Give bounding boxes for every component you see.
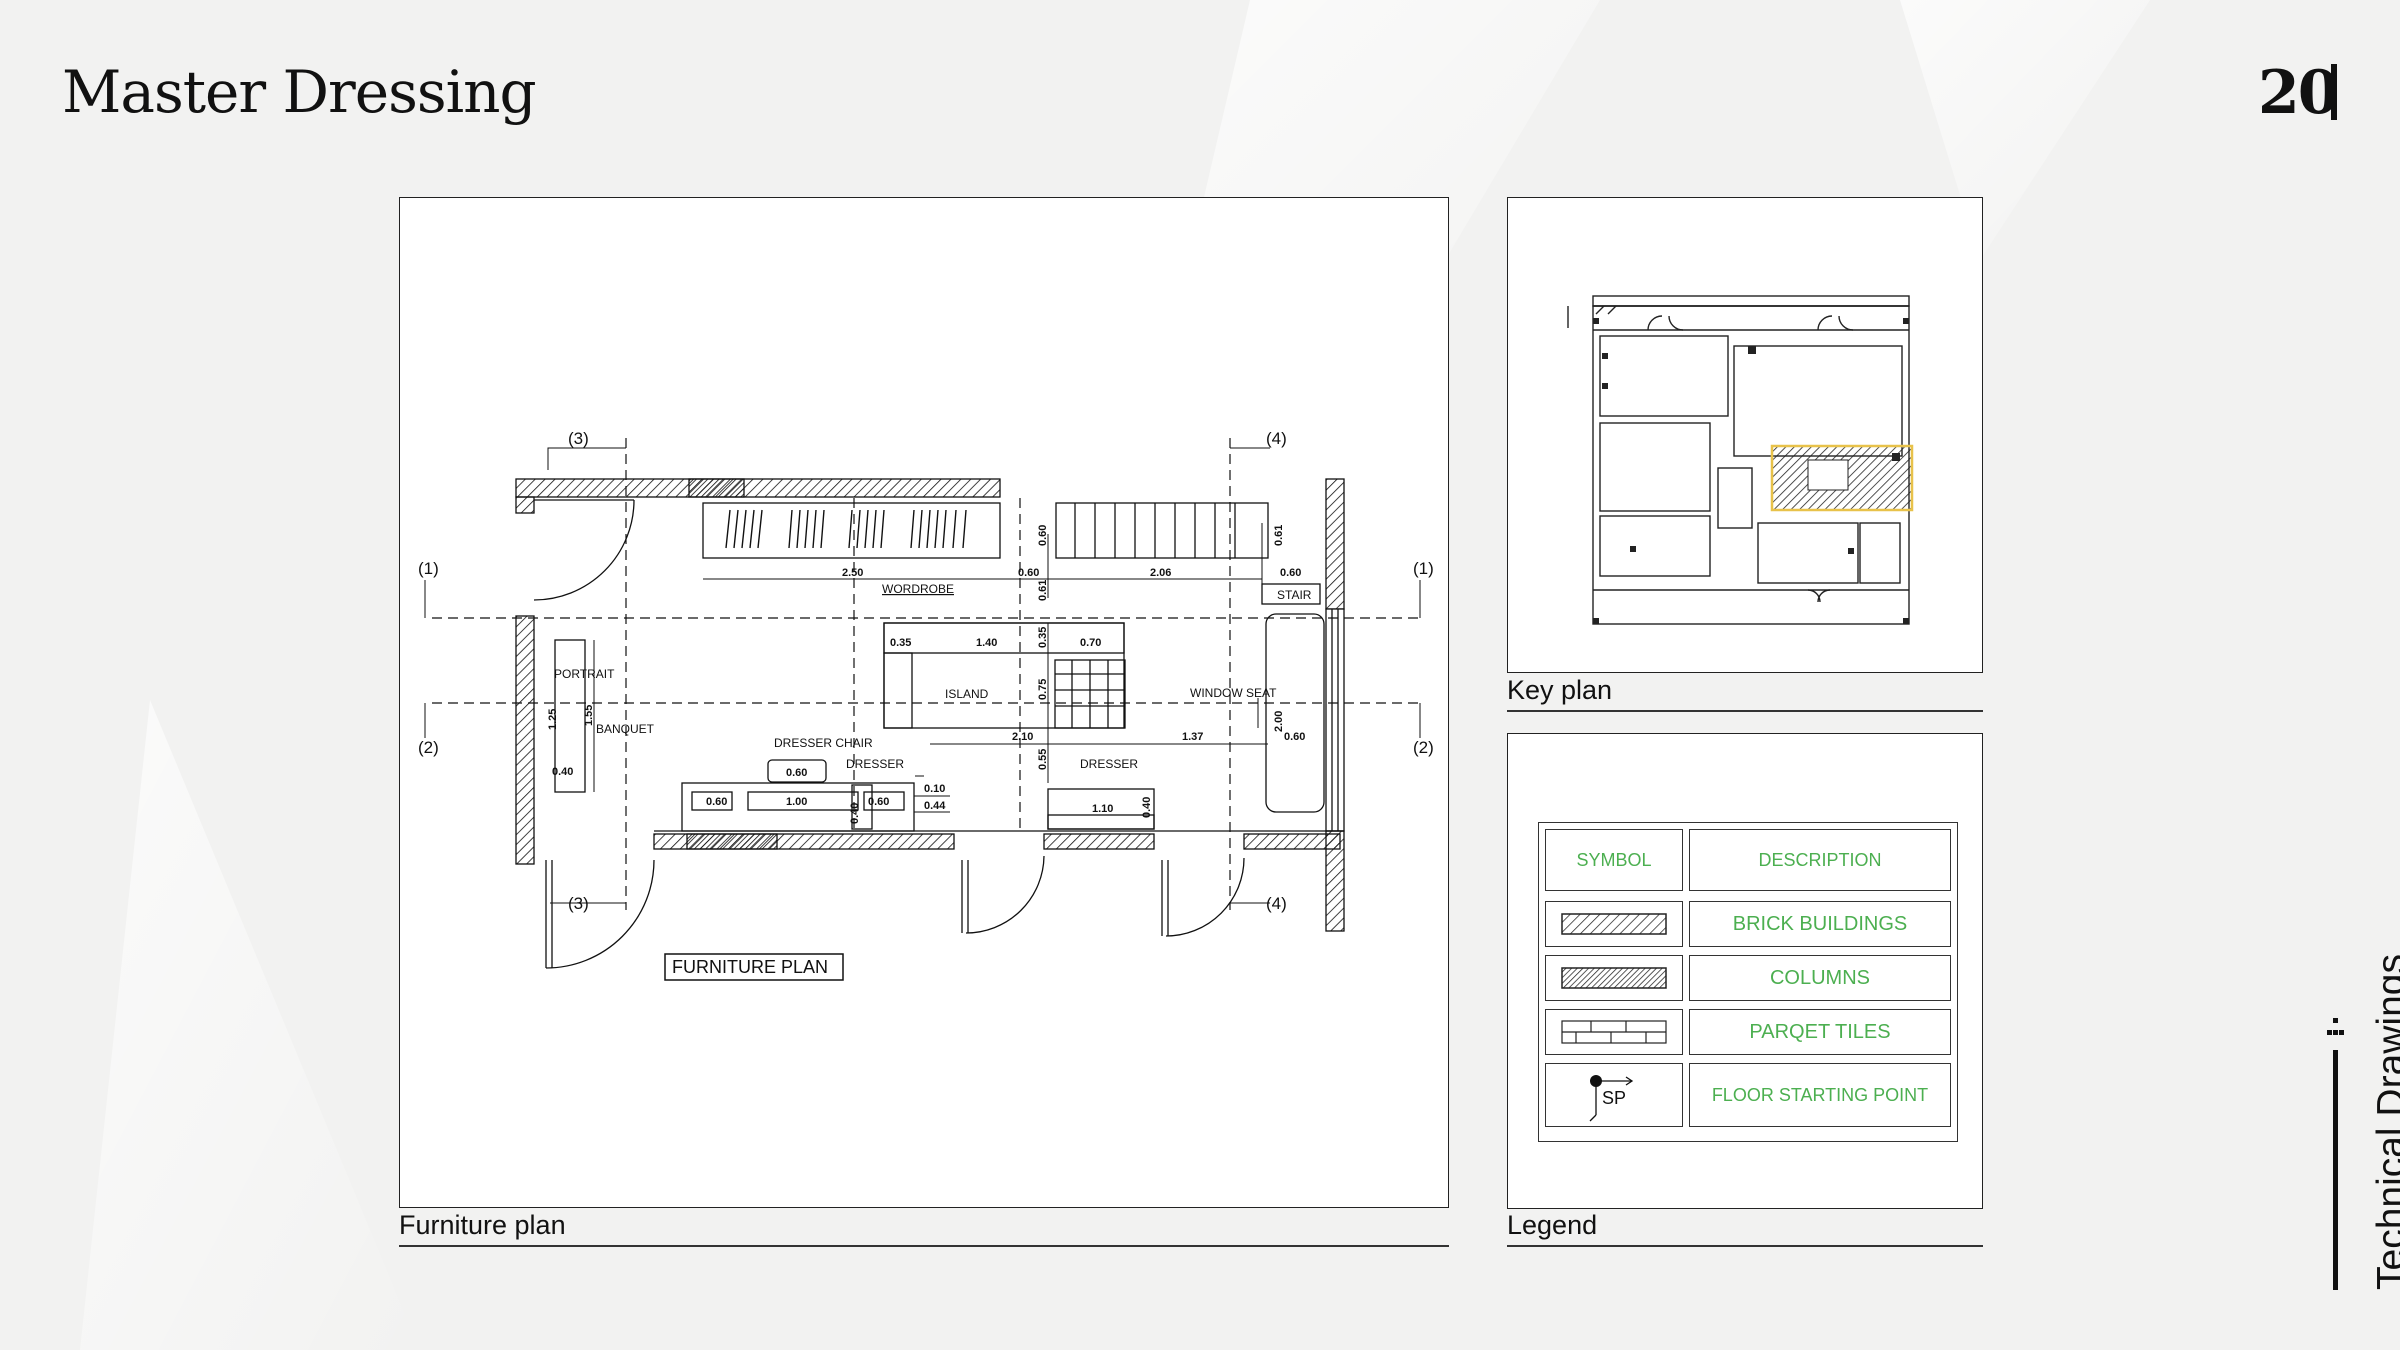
dim-210: 2.10 [1012, 731, 1033, 743]
dim-125: 1.25 [547, 709, 559, 730]
dim-075: 0.75 [1037, 679, 1049, 700]
furniture-caption-line [399, 1245, 1449, 1247]
parquet-tiles-icon [1561, 1020, 1667, 1044]
page-number-bar [2331, 64, 2337, 120]
dim-061-v: 0.61 [1273, 525, 1285, 546]
dim-100: 1.00 [786, 796, 807, 808]
section-dots [2327, 1018, 2344, 1035]
section-mark-4-top: (4) [1266, 429, 1287, 448]
label-dresser-left: DRESSER [846, 757, 904, 771]
legend-desc-columns: COLUMNS [1689, 955, 1951, 1001]
key-plan-caption: Key plan [1507, 675, 1613, 705]
legend-header-symbol: SYMBOL [1545, 829, 1683, 891]
furniture-plan-caption: Furniture plan [399, 1210, 566, 1240]
legend-header-description: DESCRIPTION [1689, 829, 1951, 891]
legend-desc-brick: BRICK BUILDINGS [1689, 901, 1951, 947]
section-mark-3-top: (3) [568, 429, 589, 448]
dim-070: 0.70 [1080, 637, 1101, 649]
plan-title: FURNITURE PLAN [672, 957, 828, 977]
section-mark-2-left: (2) [418, 738, 439, 757]
legend-desc-parquet: PARQET TILES [1689, 1009, 1951, 1055]
legend-symbol-brick [1545, 901, 1683, 947]
legend-caption: Legend [1507, 1210, 1598, 1240]
legend-symbol-start-point: SP [1545, 1063, 1683, 1127]
dim-250: 2.50 [842, 567, 863, 579]
key-plan-panel [1507, 197, 1983, 673]
legend-desc-start-point: FLOOR STARTING POINT [1689, 1063, 1951, 1127]
label-portrait: PORTRAIT [554, 667, 615, 681]
dim-060-b: 0.60 [1280, 567, 1301, 579]
label-stair: STAIR [1277, 588, 1312, 602]
label-dresser-chair: DRESSER CHAIR [774, 736, 873, 750]
dim-061-b: 0.61 [1037, 580, 1049, 601]
brick-hatch-icon [1561, 913, 1667, 935]
legend-symbol-parquet [1545, 1009, 1683, 1055]
dim-155: 1.55 [583, 705, 595, 726]
section-mark-3-bottom: (3) [568, 894, 589, 913]
legend-panel: SYMBOL DESCRIPTION BRICK BUILDINGS COLUM… [1507, 733, 1983, 1209]
dim-035-v: 0.35 [1037, 627, 1049, 648]
dim-137: 1.37 [1182, 731, 1203, 743]
label-banquet: BANQUET [596, 722, 655, 736]
section-mark-1-right: (1) [1413, 559, 1434, 578]
section-mark-2-right: (2) [1413, 738, 1434, 757]
dim-110: 1.10 [1092, 803, 1113, 815]
section-mark-4-bottom: (4) [1266, 894, 1287, 913]
section-side-line [2333, 1050, 2338, 1290]
label-dresser-right: DRESSER [1080, 757, 1138, 771]
dim-060-v: 0.60 [1037, 525, 1049, 546]
dim-010: 0.10 [924, 783, 945, 795]
dim-060-c: 0.60 [706, 796, 727, 808]
dim-206: 2.06 [1150, 567, 1171, 579]
dim-060-a: 0.60 [1018, 567, 1039, 579]
dim-060-d: 0.60 [868, 796, 889, 808]
dim-060-f: 0.60 [1284, 731, 1305, 743]
dim-035: 0.35 [890, 637, 911, 649]
page-title: Master Dressing [62, 58, 537, 126]
dim-040-v: 0.40 [849, 803, 861, 824]
legend-table: SYMBOL DESCRIPTION BRICK BUILDINGS COLUM… [1538, 822, 1958, 1142]
page-number: 20 [2258, 58, 2339, 128]
legend-caption-line [1507, 1245, 1983, 1247]
dim-044: 0.44 [924, 800, 946, 812]
dim-040-c: 0.40 [552, 766, 573, 778]
label-window-seat: WINDOW SEAT [1190, 686, 1277, 700]
dim-140: 1.40 [976, 637, 997, 649]
legend-symbol-columns [1545, 955, 1683, 1001]
furniture-plan-panel: (3) (4) (1) (1) (2) (2) (3) (4) WORDROBE… [399, 197, 1449, 1208]
start-point-label: SP [1602, 1088, 1626, 1108]
dim-055: 0.55 [1037, 749, 1049, 770]
dim-060-e: 0.60 [786, 767, 807, 779]
dim-200: 2.00 [1273, 711, 1285, 732]
key-caption-line [1507, 710, 1983, 712]
key-plan-drawing [1567, 295, 1914, 625]
label-wardrobe: WORDROBE [882, 582, 954, 596]
label-island: ISLAND [945, 687, 989, 701]
section-title: Technical Drawings [2370, 954, 2400, 1290]
dim-040-b: 0.40 [1141, 797, 1153, 818]
section-mark-1-left: (1) [418, 559, 439, 578]
start-point-icon: SP [1589, 1075, 1634, 1122]
furniture-plan-drawing: (3) (4) (1) (1) (2) (2) (3) (4) WORDROBE… [418, 429, 1434, 981]
column-hatch-icon [1561, 967, 1667, 989]
